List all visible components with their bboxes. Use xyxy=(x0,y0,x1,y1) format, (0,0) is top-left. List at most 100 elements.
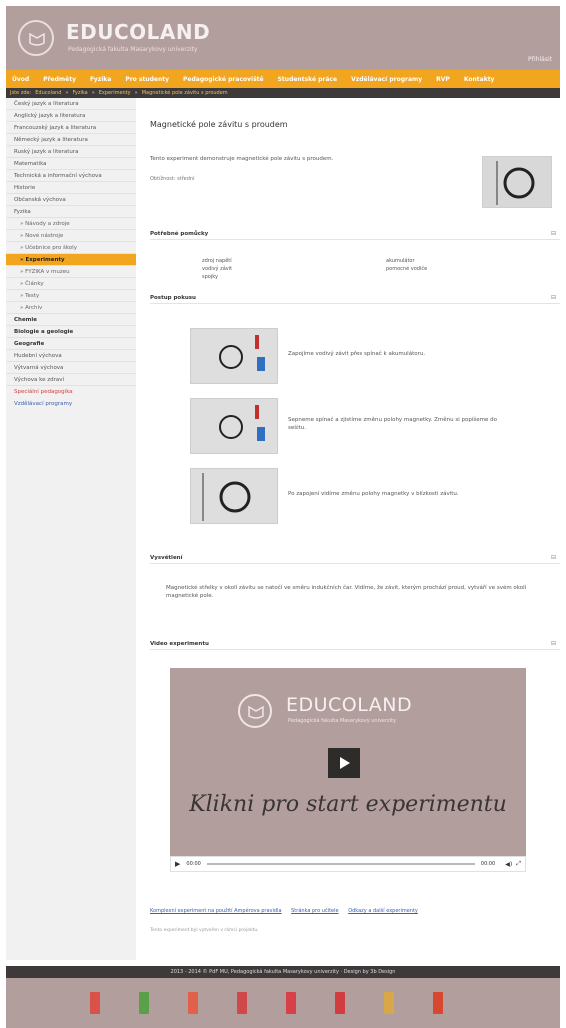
breadcrumb-item[interactable]: Experimenty xyxy=(99,90,131,96)
breadcrumb-separator: » xyxy=(134,90,138,96)
nav-item-studentske-prace[interactable]: Studentské práce xyxy=(278,76,337,83)
sidebar-item[interactable]: » FYZIKA v muzeu xyxy=(6,266,136,278)
page: EDUCOLAND Pedagogická fakulta Masarykovy… xyxy=(0,0,566,1028)
breadcrumb: Jste zde: Educoland » Fyzika » Experimen… xyxy=(6,88,560,98)
play-icon[interactable] xyxy=(328,748,360,778)
nav-item-pro-studenty[interactable]: Pro studenty xyxy=(125,76,169,83)
section-procedure-header[interactable]: Postup pokusu ⊟ xyxy=(150,292,560,304)
tool-item: spojky xyxy=(202,274,218,280)
sidebar-item[interactable]: » Učebnice pro školy xyxy=(6,242,136,254)
sidebar-item[interactable]: Historie xyxy=(6,182,136,194)
volume-icon[interactable]: ◀) xyxy=(505,861,512,868)
partner-logo[interactable] xyxy=(90,992,100,1014)
sidebar-item[interactable]: Ruský jazyk a literatura xyxy=(6,146,136,158)
sidebar-item[interactable]: Geografie xyxy=(6,338,136,350)
nav-item-vzdelavaci-programy[interactable]: Vzdělávací programy xyxy=(351,76,422,83)
experiment-thumbnail[interactable] xyxy=(482,156,552,208)
logo-subtitle: Pedagogická fakulta Masarykovy univerzit… xyxy=(68,46,198,53)
procedure-step: Sepneme spínač a zjistíme změnu polohy m… xyxy=(190,398,516,454)
related-link[interactable]: Komplexní experiment na použití Ampérova… xyxy=(150,908,282,914)
intro-text: Tento experiment demonstruje magnetické … xyxy=(150,156,334,162)
tool-item: pomocné vodiče xyxy=(386,266,428,272)
collapse-icon[interactable]: ⊟ xyxy=(551,294,556,301)
sidebar-item[interactable]: Matematika xyxy=(6,158,136,170)
nav-item-rvp[interactable]: RVP xyxy=(436,76,450,83)
breadcrumb-item[interactable]: Fyzika xyxy=(72,90,87,96)
collapse-icon[interactable]: ⊟ xyxy=(551,230,556,237)
sidebar-item[interactable]: Anglický jazyk a literatura xyxy=(6,110,136,122)
breadcrumb-label: Jste zde: xyxy=(10,90,32,96)
related-links: Komplexní experiment na použití Ampérova… xyxy=(150,908,560,914)
main-nav: Úvod Předměty Fyzika Pro studenty Pedago… xyxy=(6,70,560,88)
sidebar-item[interactable]: » Návody a zdroje xyxy=(6,218,136,230)
sidebar-item[interactable]: » Archiv xyxy=(6,302,136,314)
sidebar-item[interactable]: Vzdělávací programy xyxy=(6,398,136,410)
related-link[interactable]: Stránka pro učitele xyxy=(291,908,338,914)
partner-logo[interactable] xyxy=(286,992,296,1014)
conclusion-text: Magnetické střelky v okolí závitu se nat… xyxy=(166,585,527,599)
nav-item-kontakty[interactable]: Kontakty xyxy=(464,76,495,83)
step-text: Sepneme spínač a zjistíme změnu polohy m… xyxy=(288,417,497,431)
partner-logo[interactable] xyxy=(139,992,149,1014)
sidebar-item[interactable]: Hudební výchova xyxy=(6,350,136,362)
sidebar-item[interactable]: Technická a informační výchova xyxy=(6,170,136,182)
collapse-icon[interactable]: ⊟ xyxy=(551,554,556,561)
section-video-title: Video experimentu xyxy=(150,640,209,647)
nav-item-fyzika[interactable]: Fyzika xyxy=(90,76,111,83)
footnote: Tento experiment byl vytvořen v rámci pr… xyxy=(150,928,259,933)
partner-logo[interactable] xyxy=(433,992,443,1014)
logo-icon[interactable] xyxy=(18,20,54,56)
step-image[interactable] xyxy=(190,468,278,524)
section-tools-header[interactable]: Potřebné pomůcky ⊟ xyxy=(150,228,560,240)
sidebar-item[interactable]: Výtvarná výchova xyxy=(6,362,136,374)
breadcrumb-current: Magnetické pole závitu s proudem xyxy=(141,90,228,96)
sidebar: Český jazyk a literatura Anglický jazyk a… xyxy=(6,98,136,960)
tool-item: zdroj napětí xyxy=(202,258,232,264)
sidebar-item[interactable]: Francouzský jazyk a literatura xyxy=(6,122,136,134)
partner-logo[interactable] xyxy=(188,992,198,1014)
section-video-header[interactable]: Video experimentu ⊟ xyxy=(150,638,560,650)
main-content: Magnetické pole závitu s proudem Tento e… xyxy=(142,98,560,960)
sidebar-item[interactable]: Výchova ke zdraví xyxy=(6,374,136,386)
video-player[interactable]: EDUCOLAND Pedagogická fakulta Masarykovy… xyxy=(170,668,526,872)
sidebar-item[interactable]: Německý jazyk a literatura xyxy=(6,134,136,146)
sidebar-item[interactable]: Fyzika xyxy=(6,206,136,218)
partner-logo[interactable] xyxy=(237,992,247,1014)
sidebar-item[interactable]: Speciální pedagogika xyxy=(6,386,136,398)
step-image[interactable] xyxy=(190,398,278,454)
tool-item: akumulátor xyxy=(386,258,415,264)
related-link[interactable]: Odkazy a další experimenty xyxy=(348,908,418,914)
partner-logo[interactable] xyxy=(335,992,345,1014)
sidebar-item[interactable]: Chemie xyxy=(6,314,136,326)
nav-item-pedagogicke-pracoviste[interactable]: Pedagogické pracoviště xyxy=(183,76,264,83)
procedure-step: Zapojíme vodivý závit přes spínač k akum… xyxy=(190,328,516,384)
page-title: Magnetické pole závitu s proudem xyxy=(150,120,288,129)
partner-logo[interactable] xyxy=(384,992,394,1014)
nav-item-predmety[interactable]: Předměty xyxy=(43,76,76,83)
video-caption: Klikni pro start experimentu xyxy=(189,792,507,817)
video-logo-icon xyxy=(238,694,272,728)
step-image[interactable] xyxy=(190,328,278,384)
section-conclusion-header[interactable]: Vysvětlení ⊟ xyxy=(150,552,560,564)
logo-text[interactable]: EDUCOLAND xyxy=(66,20,210,44)
seek-bar[interactable] xyxy=(206,863,475,865)
control-play-icon[interactable]: ▶ xyxy=(175,860,180,868)
step-text: Po zapojení vidíme změnu polohy magnetky… xyxy=(288,491,459,497)
procedure-step: Po zapojení vidíme změnu polohy magnetky… xyxy=(190,468,516,524)
partner-logos xyxy=(6,978,560,1028)
login-link[interactable]: Přihlásit xyxy=(528,56,552,63)
sidebar-item[interactable]: Biologie a geologie xyxy=(6,326,136,338)
sidebar-item[interactable]: » Nové nástroje xyxy=(6,230,136,242)
breadcrumb-separator: » xyxy=(65,90,69,96)
breadcrumb-item[interactable]: Educoland xyxy=(35,90,61,96)
meta-text: Obtížnost: střední xyxy=(150,176,195,182)
collapse-icon[interactable]: ⊟ xyxy=(551,640,556,647)
sidebar-item[interactable]: » Experimenty xyxy=(6,254,136,266)
sidebar-item[interactable]: » Články xyxy=(6,278,136,290)
step-text: Zapojíme vodivý závit přes spínač k akum… xyxy=(288,351,426,357)
fullscreen-icon[interactable]: ⤢ xyxy=(516,860,521,868)
sidebar-item[interactable]: Český jazyk a literatura xyxy=(6,98,136,110)
nav-item-uvod[interactable]: Úvod xyxy=(12,76,29,83)
sidebar-item[interactable]: Občanská výchova xyxy=(6,194,136,206)
sidebar-item[interactable]: » Testy xyxy=(6,290,136,302)
